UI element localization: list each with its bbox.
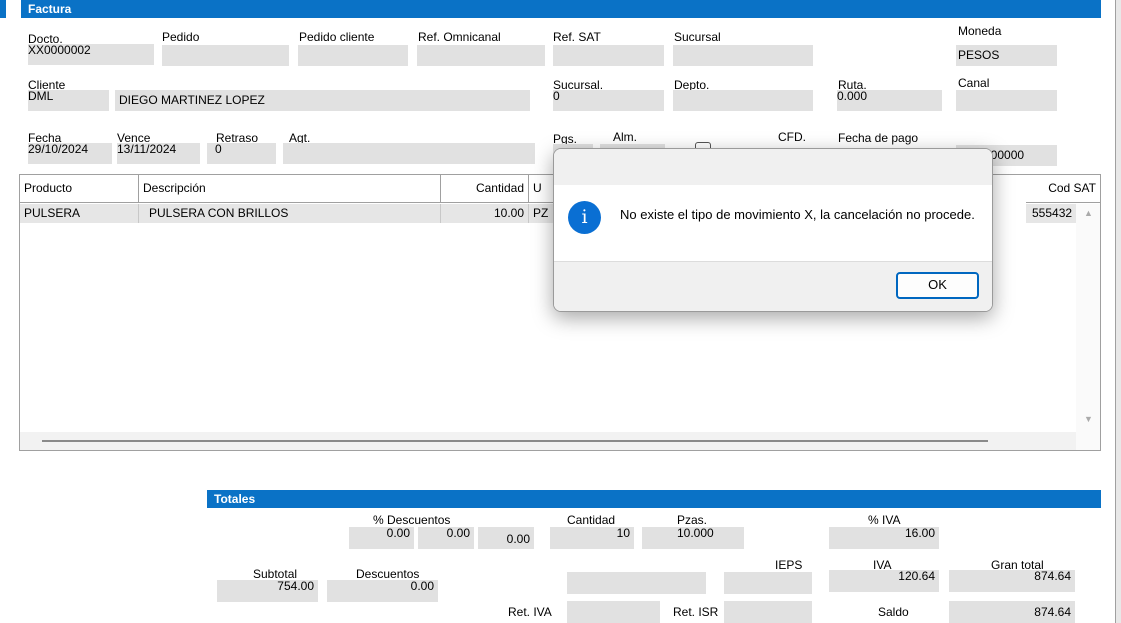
grid-header-producto[interactable]: Producto [20, 175, 139, 203]
dialog-body: i No existe el tipo de movimiento X, la … [554, 185, 992, 261]
subtotal-field[interactable]: 754.00 [217, 580, 318, 602]
grid-cell-producto[interactable]: PULSERA [20, 204, 139, 223]
moneda-label: Moneda [958, 24, 1002, 38]
ruta-field[interactable]: 0.000 [837, 90, 942, 111]
ref-sat-label: Ref. SAT [553, 30, 601, 44]
pzas-field[interactable]: 10.000 [642, 527, 744, 549]
moneda-field[interactable]: PESOS [956, 45, 1057, 66]
ieps-field[interactable] [724, 572, 812, 594]
ref-sat-field[interactable] [553, 45, 664, 66]
canal-label: Canal [958, 76, 990, 90]
pedido-label: Pedido [162, 30, 200, 44]
depto-field[interactable] [673, 90, 813, 111]
dialog-title-bar[interactable] [554, 149, 992, 185]
vence-field[interactable]: 13/11/2024 [117, 143, 200, 164]
grid-header-cantidad[interactable]: Cantidad [441, 175, 529, 203]
grid-cell-cod-sat[interactable]: 555432 [1026, 204, 1076, 223]
grid-cell-cantidad[interactable]: 10.00 [441, 204, 529, 223]
iva-field[interactable]: 120.64 [829, 570, 939, 592]
docto-field[interactable]: XX0000002 [28, 44, 154, 65]
horizontal-scroll-thumb[interactable] [42, 440, 988, 442]
ieps-label: IEPS [775, 558, 803, 572]
sucursal-field[interactable] [673, 45, 813, 66]
canal-field[interactable] [956, 90, 1057, 111]
dialog-footer: OK [554, 261, 992, 311]
sucursal-label: Sucursal [674, 30, 721, 44]
descuentos-field[interactable]: 0.00 [327, 580, 438, 602]
ok-button[interactable]: OK [896, 272, 979, 299]
grid-header-cod-sat[interactable]: Cod SAT [1026, 175, 1100, 203]
totales-blank-field[interactable] [567, 572, 706, 594]
cliente-code-field[interactable]: DML [28, 90, 109, 111]
pedido-cliente-label: Pedido cliente [299, 30, 375, 44]
retraso-field[interactable]: 0 [207, 143, 276, 164]
scroll-down-arrow-icon[interactable]: ▼ [1084, 414, 1093, 424]
grid-vertical-scrollbar[interactable]: ▲ ▼ [1076, 204, 1100, 450]
agt-field[interactable] [283, 143, 535, 164]
ret-iva-field[interactable] [567, 601, 660, 623]
sucursal2-field[interactable]: 0 [553, 90, 664, 111]
message-dialog: i No existe el tipo de movimiento X, la … [553, 148, 993, 312]
descuento2-field[interactable]: 0.00 [418, 527, 474, 549]
totales-section-header: Totales [207, 490, 1101, 508]
grid-header-descripcion[interactable]: Descripción [139, 175, 441, 203]
dialog-message: No existe el tipo de movimiento X, la ca… [620, 207, 975, 222]
cantidad-total-label: Cantidad [567, 513, 616, 527]
factura-section-header: Factura [21, 0, 1101, 18]
ref-omnicanal-label: Ref. Omnicanal [418, 30, 501, 44]
cantidad-total-field[interactable]: 10 [550, 527, 634, 549]
pct-iva-label: % IVA [868, 513, 901, 527]
fecha-field[interactable]: 29/10/2024 [28, 143, 112, 164]
left-accent [0, 0, 6, 18]
pzas-label: Pzas. [677, 513, 708, 527]
pct-descuentos-label: % Descuentos [373, 513, 451, 527]
grid-cell-descripcion[interactable]: PULSERA CON BRILLOS [139, 204, 441, 223]
fecha-pago-label: Fecha de pago [838, 131, 919, 145]
pedido-field[interactable] [162, 45, 289, 66]
alm-label: Alm. [613, 130, 637, 144]
gran-total-field[interactable]: 874.64 [949, 570, 1075, 592]
window-right-border [1115, 0, 1121, 623]
ret-iva-label: Ret. IVA [508, 605, 552, 619]
ref-omnicanal-field[interactable] [417, 45, 545, 66]
grid-horizontal-scrollbar[interactable] [20, 432, 1076, 450]
cfd-label: CFD. [778, 130, 806, 144]
info-icon: i [568, 201, 601, 234]
saldo-label: Saldo [878, 605, 909, 619]
cliente-name-field[interactable]: DIEGO MARTINEZ LOPEZ [115, 90, 530, 111]
ret-isr-label: Ret. ISR [673, 605, 719, 619]
descuento1-field[interactable]: 0.00 [349, 527, 414, 549]
descuento3-field[interactable]: 0.00 [478, 527, 534, 549]
scroll-up-arrow-icon[interactable]: ▲ [1084, 208, 1093, 218]
pedido-cliente-field[interactable] [298, 45, 408, 66]
ret-isr-field[interactable] [724, 601, 812, 623]
saldo-field[interactable]: 874.64 [949, 601, 1075, 623]
pct-iva-field[interactable]: 16.00 [829, 527, 939, 549]
